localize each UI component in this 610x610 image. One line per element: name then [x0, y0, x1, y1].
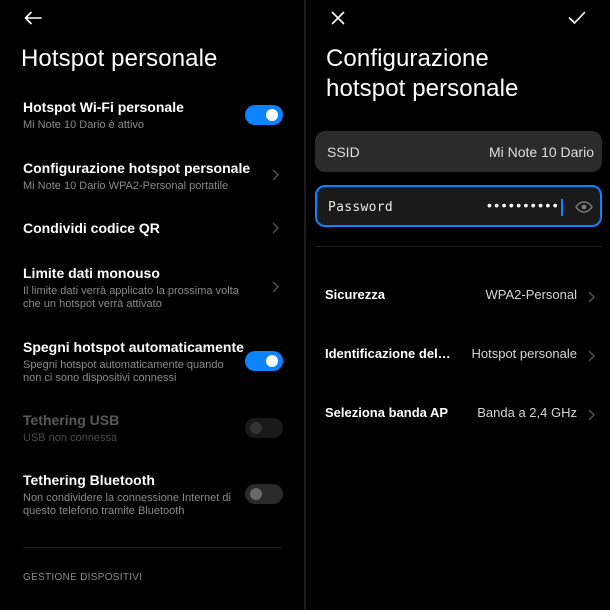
close-button[interactable]: [323, 3, 353, 33]
page-title: Hotspot personale: [21, 45, 218, 72]
page-title-line1: Configurazione: [326, 45, 489, 72]
tethering-usb-toggle: [245, 418, 283, 438]
row-title: Condividi codice QR: [23, 220, 160, 236]
limite-dati-row[interactable]: Limite dati monouso Il limite dati verrà…: [23, 264, 282, 311]
section-label: GESTIONE DISPOSITIVI: [23, 572, 143, 583]
chevron-right-icon: [588, 291, 595, 303]
hotspot-config-panel: Configurazione hotspot personale SSID Mi…: [306, 0, 610, 610]
tethering-bluetooth-row[interactable]: Tethering Bluetooth Non condividere la c…: [23, 471, 283, 518]
banda-ap-row[interactable]: Seleziona banda AP Banda a 2,4 GHz: [325, 405, 596, 425]
arrow-left-icon: [24, 11, 42, 25]
page-title-line2: hotspot personale: [326, 75, 519, 102]
row-subtitle: Spegni hotspot automaticamente quando no…: [23, 359, 224, 384]
tethering-bluetooth-toggle[interactable]: [245, 484, 283, 504]
row-subtitle: USB non connessa: [23, 432, 118, 444]
chevron-right-icon: [588, 350, 595, 362]
row-subtitle: Il limite dati verrà applicato la prossi…: [23, 285, 239, 310]
chevron-right-icon: [272, 281, 279, 293]
row-value: Banda a 2,4 GHz: [477, 405, 577, 420]
row-title: Seleziona banda AP: [325, 405, 449, 420]
check-icon: [568, 11, 586, 24]
divider: [315, 246, 602, 247]
row-title: Tethering Bluetooth: [23, 472, 155, 488]
sicurezza-row[interactable]: Sicurezza WPA2-Personal: [325, 287, 596, 307]
chevron-right-icon: [272, 222, 279, 234]
ssid-value: Mi Note 10 Dario: [488, 144, 594, 160]
row-subtitle: Non condividere la connessione Internet …: [23, 492, 231, 517]
row-title: Limite dati monouso: [23, 265, 160, 281]
row-title: Hotspot Wi-Fi personale: [23, 99, 184, 115]
chevron-right-icon: [272, 169, 279, 181]
divider: [23, 547, 282, 548]
eye-icon: [575, 201, 593, 213]
configurazione-hotspot-row[interactable]: Configurazione hotspot personale Mi Note…: [23, 159, 282, 193]
row-value: Hotspot personale: [471, 346, 577, 361]
identificazione-row[interactable]: Identificazione del… Hotspot personale: [325, 346, 596, 366]
row-title: Sicurezza: [325, 287, 385, 302]
row-value: WPA2-Personal: [485, 287, 577, 302]
tethering-usb-row: Tethering USB USB non connessa: [23, 411, 283, 445]
row-subtitle: Mi Note 10 Dario WPA2-Personal portatile: [23, 180, 229, 192]
text-cursor: [561, 199, 563, 216]
close-icon: [331, 11, 345, 25]
hotspot-settings-panel: Hotspot personale Hotspot Wi-Fi personal…: [0, 0, 304, 610]
condividi-qr-row[interactable]: Condividi codice QR: [23, 219, 282, 237]
show-password-button[interactable]: [575, 200, 593, 218]
row-title: Tethering USB: [23, 412, 120, 428]
back-button[interactable]: [18, 3, 48, 33]
hotspot-wifi-toggle[interactable]: [245, 105, 283, 125]
spegni-hotspot-toggle[interactable]: [245, 351, 283, 371]
ssid-field[interactable]: SSID Mi Note 10 Dario: [315, 131, 602, 172]
row-title: Identificazione del…: [325, 346, 451, 361]
chevron-right-icon: [588, 409, 595, 421]
password-value: ••••••••••: [486, 197, 560, 213]
page-title: Configurazione hotspot personale: [326, 44, 519, 104]
row-title: Spegni hotspot automaticamente: [23, 339, 244, 355]
password-field[interactable]: Password ••••••••••: [315, 185, 602, 227]
hotspot-wifi-row[interactable]: Hotspot Wi-Fi personale Mi Note 10 Dario…: [23, 98, 283, 132]
confirm-button[interactable]: [562, 3, 592, 33]
spegni-hotspot-row[interactable]: Spegni hotspot automaticamente Spegni ho…: [23, 338, 283, 385]
ssid-label: SSID: [327, 144, 360, 160]
password-label: Password: [328, 200, 394, 215]
row-subtitle: Mi Note 10 Dario è attivo: [23, 119, 145, 131]
row-title: Configurazione hotspot personale: [23, 160, 251, 176]
